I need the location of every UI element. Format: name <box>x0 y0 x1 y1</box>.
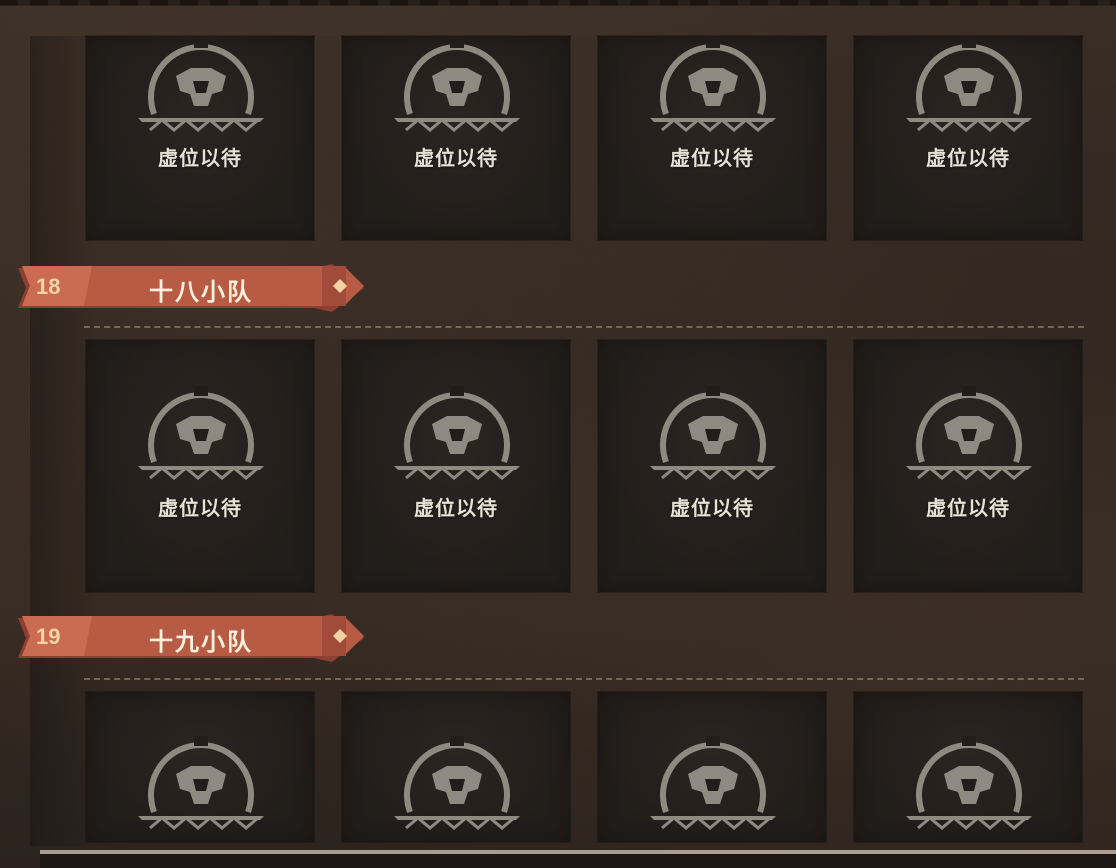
lion-emblem-icon <box>394 736 520 830</box>
empty-member-slot[interactable]: 虚位以待 <box>86 340 314 592</box>
lion-emblem-icon <box>394 386 520 480</box>
slot-status-label: 虚位以待 <box>158 496 242 520</box>
empty-member-slot[interactable] <box>86 692 314 842</box>
lion-emblem-icon <box>906 38 1032 132</box>
squad-header-18[interactable]: 18 十八小队 <box>14 262 374 314</box>
slot-status-label: 虚位以待 <box>670 146 754 170</box>
slot-status-label: 虚位以待 <box>414 146 498 170</box>
squad-number: 18 <box>36 274 61 299</box>
lion-emblem-icon <box>138 736 264 830</box>
empty-member-slot[interactable]: 虚位以待 <box>342 340 570 592</box>
empty-member-slot[interactable]: 虚位以待 <box>598 36 826 240</box>
empty-member-slot[interactable] <box>598 692 826 842</box>
slot-status-label: 虚位以待 <box>926 496 1010 520</box>
empty-member-slot[interactable] <box>854 692 1082 842</box>
squad-name: 十八小队 <box>149 278 253 306</box>
squad-roster-screen: 虚位以待 虚位以待 虚位以待 虚位以待 18 十八小队 虚位以待 虚位以待 虚位… <box>0 0 1116 868</box>
slot-status-label: 虚位以待 <box>414 496 498 520</box>
lion-emblem-icon <box>650 38 776 132</box>
slot-row-squad-18: 虚位以待 虚位以待 虚位以待 虚位以待 <box>86 340 1110 592</box>
slot-status-label: 虚位以待 <box>158 146 242 170</box>
bottom-frame <box>40 854 1116 868</box>
empty-member-slot[interactable]: 虚位以待 <box>86 36 314 240</box>
section-divider <box>84 326 1084 328</box>
squad-number: 19 <box>36 624 61 649</box>
slot-status-label: 虚位以待 <box>670 496 754 520</box>
squad-header-19[interactable]: 19 十九小队 <box>14 612 374 664</box>
empty-member-slot[interactable]: 虚位以待 <box>854 340 1082 592</box>
top-frame-edge <box>0 0 1116 6</box>
lion-emblem-icon <box>138 38 264 132</box>
empty-member-slot[interactable]: 虚位以待 <box>854 36 1082 240</box>
empty-member-slot[interactable]: 虚位以待 <box>598 340 826 592</box>
lion-emblem-icon <box>394 38 520 132</box>
slot-row-previous: 虚位以待 虚位以待 虚位以待 虚位以待 <box>86 36 1110 240</box>
empty-member-slot[interactable] <box>342 692 570 842</box>
slot-row-squad-19 <box>86 692 1110 842</box>
section-divider <box>84 678 1084 680</box>
lion-emblem-icon <box>906 386 1032 480</box>
lion-emblem-icon <box>650 736 776 830</box>
lion-emblem-icon <box>906 736 1032 830</box>
squad-name: 十九小队 <box>149 628 253 656</box>
empty-member-slot[interactable]: 虚位以待 <box>342 36 570 240</box>
slot-status-label: 虚位以待 <box>926 146 1010 170</box>
lion-emblem-icon <box>138 386 264 480</box>
lion-emblem-icon <box>650 386 776 480</box>
